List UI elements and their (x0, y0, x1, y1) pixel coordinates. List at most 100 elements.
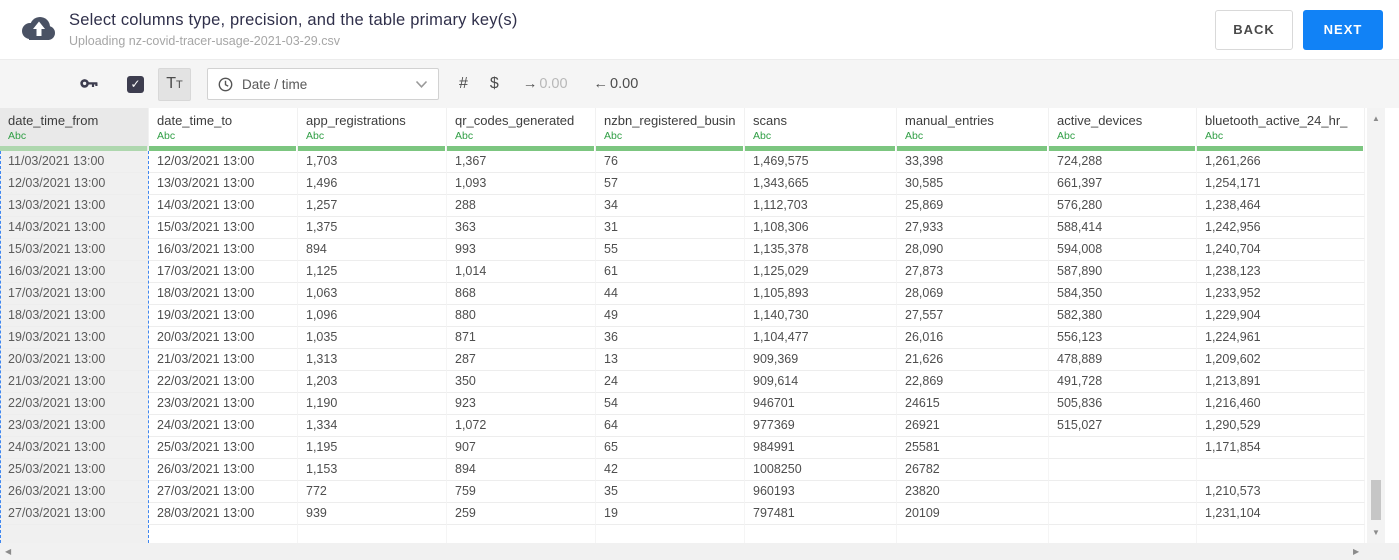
table-cell: 1,238,464 (1197, 195, 1365, 217)
table-cell: 18/03/2021 13:00 (149, 283, 298, 305)
table-cell: 1,195 (298, 437, 447, 459)
table-cell: 12/03/2021 13:00 (149, 151, 298, 173)
column-name: date_time_to (157, 113, 233, 128)
include-column-checkbox[interactable]: ✓ (127, 75, 144, 93)
column-header-manual_entries[interactable]: manual_entries Abc (897, 108, 1049, 151)
table-cell: 26/03/2021 13:00 (149, 459, 298, 481)
column-header-bluetooth_active_24_hr_[interactable]: bluetooth_active_24_hr_ Abc (1197, 108, 1365, 151)
table-cell: 20/03/2021 13:00 (149, 327, 298, 349)
table-cell: 259 (447, 503, 596, 525)
table-cell: 1,112,703 (745, 195, 897, 217)
table-cell: 16/03/2021 13:00 (0, 261, 149, 283)
table-cell: 594,008 (1049, 239, 1197, 261)
table-cell: 478,889 (1049, 349, 1197, 371)
table-cell: 27/03/2021 13:00 (149, 481, 298, 503)
table-cell: 797481 (745, 503, 897, 525)
table-cell: 871 (447, 327, 596, 349)
table-cell: 588,414 (1049, 217, 1197, 239)
currency-type-button[interactable]: $ (490, 75, 499, 93)
table-cell: 977369 (745, 415, 897, 437)
table-cell: 25/03/2021 13:00 (0, 459, 149, 481)
table-cell: 28/03/2021 13:00 (149, 503, 298, 525)
next-button[interactable]: NEXT (1303, 9, 1383, 50)
vertical-scrollbar[interactable]: ▲ ▼ (1367, 108, 1385, 543)
table-cell: 1,469,575 (745, 151, 897, 173)
table-row: 26/03/2021 13:00 27/03/2021 13:00 772 759 35… (0, 481, 1365, 503)
number-type-button[interactable]: # (459, 75, 468, 93)
table-cell: 505,836 (1049, 393, 1197, 415)
scroll-right-arrow[interactable]: ▶ (1353, 547, 1359, 556)
table-cell: 1,104,477 (745, 327, 897, 349)
table-cell: 21,626 (897, 349, 1049, 371)
table-cell: 28,069 (897, 283, 1049, 305)
table-row: 25/03/2021 13:00 26/03/2021 13:00 1,153 894… (0, 459, 1365, 481)
column-type-badge: Abc (157, 130, 176, 142)
primary-key-button[interactable] (80, 77, 99, 91)
table-cell: 23/03/2021 13:00 (149, 393, 298, 415)
table-cell: 26,016 (897, 327, 1049, 349)
table-cell (1049, 525, 1197, 543)
column-header-date_time_to[interactable]: date_time_to Abc (149, 108, 298, 151)
column-name: manual_entries (905, 113, 994, 128)
table-cell: 23820 (897, 481, 1049, 503)
text-type-button[interactable]: Tt (158, 67, 191, 101)
table-cell: 909,369 (745, 349, 897, 371)
table-row: 16/03/2021 13:00 17/03/2021 13:00 1,125 1,0… (0, 261, 1365, 283)
table-cell: 1,313 (298, 349, 447, 371)
scroll-left-arrow[interactable]: ◀ (5, 547, 11, 556)
decrease-decimal-label: 0.00 (610, 76, 639, 92)
table-cell: 20109 (897, 503, 1049, 525)
table-cell: 1,261,266 (1197, 151, 1365, 173)
scroll-down-arrow[interactable]: ▼ (1367, 528, 1385, 537)
table-cell (1049, 437, 1197, 459)
back-button[interactable]: BACK (1215, 9, 1293, 50)
table-cell: 1,343,665 (745, 173, 897, 195)
table-cell: 25/03/2021 13:00 (149, 437, 298, 459)
column-name: nzbn_registered_busine (604, 113, 736, 128)
table-cell: 1,035 (298, 327, 447, 349)
table-cell: 44 (596, 283, 745, 305)
column-header-active_devices[interactable]: active_devices Abc (1049, 108, 1197, 151)
table-cell: 27,873 (897, 261, 1049, 283)
scroll-up-arrow[interactable]: ▲ (1367, 114, 1385, 123)
column-header-app_registrations[interactable]: app_registrations Abc (298, 108, 447, 151)
table-cell: 1,096 (298, 305, 447, 327)
table-cell: 54 (596, 393, 745, 415)
column-header-nzbn_registered_busine[interactable]: nzbn_registered_busine Abc (596, 108, 745, 151)
table-cell (1197, 525, 1365, 543)
table-cell: 939 (298, 503, 447, 525)
table-cell: 28,090 (897, 239, 1049, 261)
column-type-dropdown[interactable]: Date / time (207, 68, 439, 100)
table-cell: 27,557 (897, 305, 1049, 327)
table-row: 11/03/2021 13:00 12/03/2021 13:00 1,703 1,3… (0, 151, 1365, 173)
column-header-date_time_from[interactable]: date_time_from Abc (0, 108, 149, 151)
table-cell: 14/03/2021 13:00 (149, 195, 298, 217)
table-cell: 1,125,029 (745, 261, 897, 283)
vertical-scrollbar-thumb[interactable] (1371, 480, 1381, 520)
table-cell: 1,375 (298, 217, 447, 239)
table-cell (745, 525, 897, 543)
table-cell: 1,209,602 (1197, 349, 1365, 371)
table-cell: 894 (447, 459, 596, 481)
column-header-qr_codes_generated[interactable]: qr_codes_generated Abc (447, 108, 596, 151)
increase-decimal-button[interactable]: → 0.00 (523, 76, 568, 92)
upload-cloud-icon (22, 17, 55, 40)
table-cell: 1,213,891 (1197, 371, 1365, 393)
table-cell: 923 (447, 393, 596, 415)
increase-decimal-label: 0.00 (539, 76, 568, 92)
table-row: 15/03/2021 13:00 16/03/2021 13:00 894 993 55… (0, 239, 1365, 261)
table-cell: 1008250 (745, 459, 897, 481)
column-header-scans[interactable]: scans Abc (745, 108, 897, 151)
decrease-decimal-button[interactable]: ← 0.00 (594, 76, 639, 92)
table-cell: 1,229,904 (1197, 305, 1365, 327)
table-cell: 1,254,171 (1197, 173, 1365, 195)
table-cell: 1,290,529 (1197, 415, 1365, 437)
table-cell: 661,397 (1049, 173, 1197, 195)
table-cell: 35 (596, 481, 745, 503)
horizontal-scrollbar[interactable]: ◀ ▶ (0, 543, 1399, 560)
column-type-badge: Abc (604, 130, 623, 142)
table-cell: 1,135,378 (745, 239, 897, 261)
table-cell: 31 (596, 217, 745, 239)
column-type-badge: Abc (455, 130, 474, 142)
table-cell: 61 (596, 261, 745, 283)
